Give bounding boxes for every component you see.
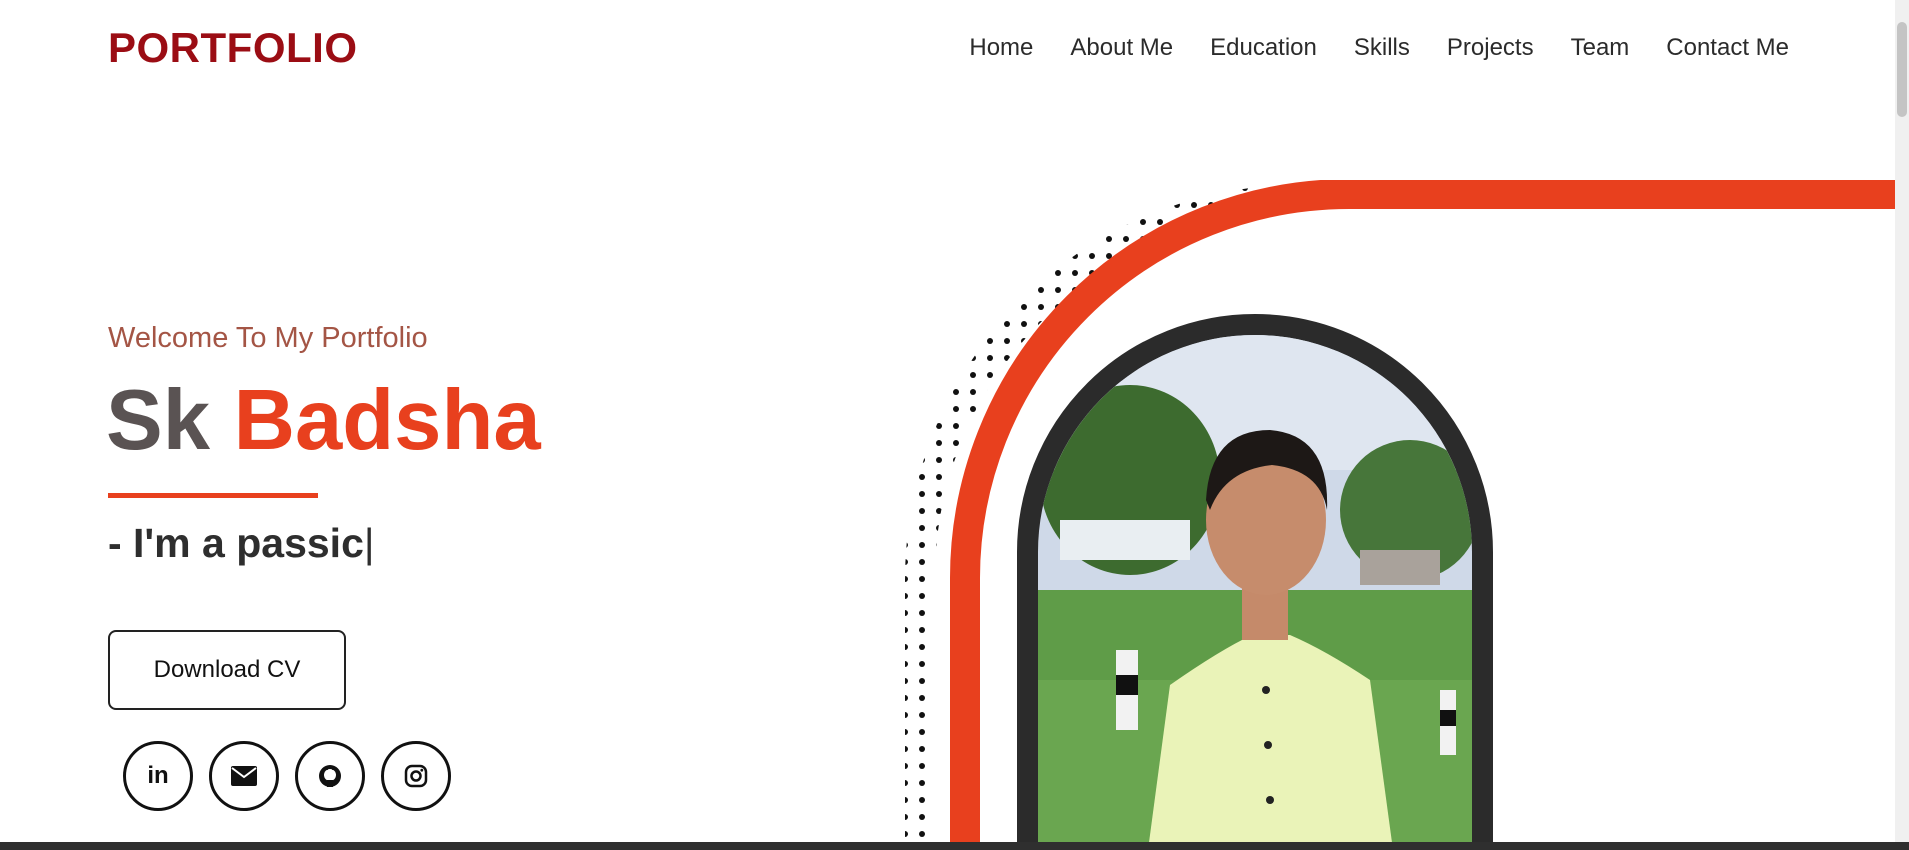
typed-tagline: - I'm a passic| — [108, 520, 375, 567]
first-name: Sk — [106, 373, 210, 468]
linkedin-button[interactable]: in — [123, 741, 193, 811]
linkedin-icon: in — [147, 762, 169, 789]
nav-team[interactable]: Team — [1571, 34, 1630, 62]
logo[interactable]: PORTFOLIO — [108, 24, 358, 72]
hero-name: Sk Badsha — [106, 378, 541, 463]
typing-cursor: | — [363, 520, 375, 566]
email-button[interactable] — [209, 741, 279, 811]
envelope-icon — [231, 766, 257, 786]
nav-about-me[interactable]: About Me — [1070, 34, 1173, 62]
scrollbar-thumb[interactable] — [1897, 22, 1907, 117]
typed-text: - I'm a passic — [108, 520, 364, 566]
download-cv-button[interactable]: Download CV — [108, 630, 346, 710]
nav-skills[interactable]: Skills — [1354, 34, 1410, 62]
github-button[interactable] — [295, 741, 365, 811]
page-scrollbar[interactable] — [1895, 0, 1909, 842]
instagram-icon — [404, 764, 428, 788]
hero-illustration — [904, 180, 1895, 850]
main-nav: Home About Me Education Skills Projects … — [969, 34, 1789, 62]
instagram-button[interactable] — [381, 741, 451, 811]
nav-projects[interactable]: Projects — [1447, 34, 1534, 62]
welcome-text: Welcome To My Portfolio — [108, 322, 428, 354]
nav-education[interactable]: Education — [1210, 34, 1317, 62]
social-links: in — [123, 741, 451, 811]
nav-contact-me[interactable]: Contact Me — [1666, 34, 1789, 62]
github-icon — [319, 765, 341, 787]
last-name: Badsha — [233, 373, 541, 468]
nav-home[interactable]: Home — [969, 34, 1033, 62]
bottom-bar — [0, 842, 1909, 850]
name-underline — [108, 493, 318, 498]
